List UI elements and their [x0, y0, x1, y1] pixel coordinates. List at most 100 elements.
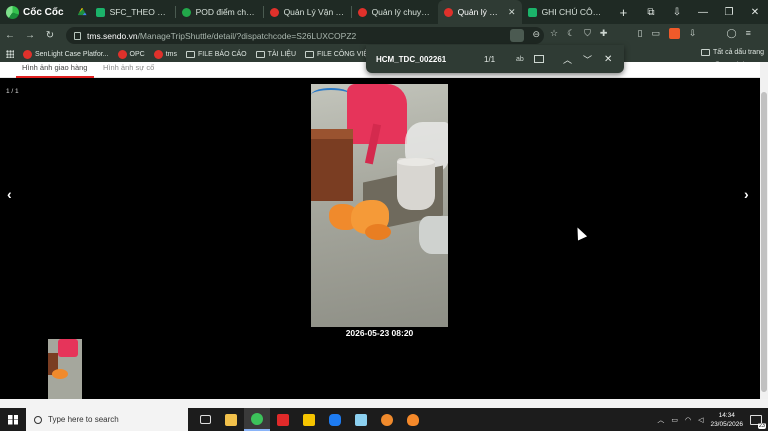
tab-ghi-chu-cong-viec[interactable]: GHI CHÚ CÔNG VI [522, 0, 612, 24]
menu-icon[interactable]: ≡ [746, 28, 751, 39]
browser-brand[interactable]: Cốc Cốc [0, 0, 72, 24]
extension-red-icon[interactable] [668, 28, 680, 39]
tab-quan-ly-chuyen-active[interactable]: Quản lý chuyế ✕ [437, 0, 522, 24]
bookmark-label: SenLight Case Platfor... [35, 50, 109, 58]
sendo-icon [269, 7, 279, 17]
reader-mode-icon[interactable] [510, 29, 525, 42]
photo-thumbnail[interactable] [48, 339, 82, 399]
download-icon[interactable]: ⇩ [689, 28, 697, 39]
shield-icon[interactable]: ⛉ [584, 28, 591, 39]
bookmark-label: tms [165, 50, 177, 58]
maximize-icon[interactable]: ❐ [716, 7, 742, 18]
wallet-icon[interactable]: ▭ [651, 28, 660, 39]
start-button[interactable] [0, 408, 26, 431]
bookmark-file-cong-viec[interactable]: FILE CÔNG VIỆC [305, 50, 373, 58]
reload-icon[interactable]: ↻ [40, 30, 60, 41]
coccoc-taskbar-icon[interactable] [244, 408, 270, 431]
notification-center-icon[interactable]: 23 [750, 414, 766, 429]
url-text[interactable]: tms.sendo.vn/ManageTripShuttle/detail/?d… [87, 31, 356, 41]
toolbar-spacer [616, 28, 628, 39]
site-info-icon[interactable] [74, 31, 81, 40]
bookmark-star-icon[interactable]: ☆ [550, 28, 558, 39]
brand-label: Cốc Cốc [23, 6, 64, 18]
tab-close-icon[interactable]: ✕ [508, 7, 516, 18]
tab-delivery-images[interactable]: Hình ảnh giao hàng [16, 63, 94, 78]
flame-glyph [407, 413, 419, 426]
forward-icon[interactable]: → [20, 30, 40, 41]
zalo-glyph [329, 413, 341, 426]
tab-search-icon[interactable]: ⧉ [638, 7, 664, 18]
bookmark-senlight[interactable]: SenLight Case Platfor... [23, 49, 109, 59]
browser-tabstrip: Cốc Cốc SFC_THEO DÕI ĐỔI POD điểm chạm Q… [0, 0, 768, 24]
match-case-toggle[interactable]: ab [516, 56, 524, 63]
photo-table [311, 129, 353, 201]
bookmark-file-bao-cao[interactable]: FILE BÁO CÁO [186, 50, 247, 58]
all-bookmarks[interactable]: Tất cả dấu trang [701, 49, 764, 56]
scrollbar-thumb[interactable] [761, 92, 767, 392]
folder-icon [186, 50, 195, 58]
system-tray: ︿ ▭ ◠ ◁ 14:34 23/05/2026 23 [657, 408, 768, 431]
wifi-icon[interactable]: ◠ [685, 416, 691, 424]
sendo-icon [117, 49, 127, 59]
tab-title: Quản lý chuyến xe [371, 7, 432, 17]
minimize-icon[interactable]: — [690, 7, 716, 18]
tab-sfc-theo-doi[interactable]: SFC_THEO DÕI ĐỔI [90, 0, 176, 24]
downloads-icon[interactable]: ⇩ [664, 7, 690, 18]
chrome-orange-icon[interactable] [374, 408, 400, 431]
network-icon[interactable]: ▭ [671, 416, 678, 424]
find-previous-icon[interactable]: ︿ [563, 53, 572, 66]
previous-image-button[interactable]: ‹ [7, 186, 12, 202]
find-next-icon[interactable]: ﹀ [583, 53, 592, 66]
tab-google-drive[interactable] [72, 0, 90, 24]
bookmark-tai-lieu[interactable]: TÀI LIỆU [255, 50, 297, 58]
volume-icon[interactable]: ◁ [698, 416, 703, 424]
browser-toolbar: ← → ↻ tms.sendo.vn/ManageTripShuttle/det… [0, 24, 768, 46]
sendo-icon [443, 7, 453, 17]
tab-quan-ly-van-don[interactable]: Quản Lý Vận Đơn C [264, 0, 352, 24]
notepad-icon[interactable] [348, 408, 374, 431]
page-scrollbar[interactable] [760, 62, 768, 399]
bookmark-label: TÀI LIỆU [267, 50, 297, 58]
tab-title: SFC_THEO DÕI ĐỔI [109, 7, 170, 17]
split-view-icon[interactable]: ▯ [637, 28, 642, 39]
toolbar-spacer [705, 28, 717, 39]
match-whole-word-icon[interactable] [534, 55, 544, 63]
profile-icon[interactable]: ◯ [726, 28, 736, 39]
tab-quan-ly-chuyen-xe[interactable]: Quản lý chuyến xe [352, 0, 438, 24]
new-tab-button[interactable]: + [612, 5, 636, 20]
clock[interactable]: 14:34 23/05/2026 [710, 411, 743, 429]
extensions-icon[interactable]: ✚ [600, 28, 608, 39]
delivery-photo[interactable] [311, 84, 448, 327]
taskbar-search[interactable]: Type here to search [26, 408, 188, 431]
sheets-icon [527, 7, 537, 17]
close-window-icon[interactable]: ✕ [742, 7, 768, 18]
taskbar-apps [192, 408, 426, 431]
dark-mode-icon[interactable]: ☾ [567, 28, 575, 39]
file-explorer-icon[interactable] [218, 408, 244, 431]
tab-pod-diem-cham[interactable]: POD điểm chạm [176, 0, 264, 24]
wps-icon[interactable] [270, 408, 296, 431]
notification-count: 23 [757, 422, 766, 429]
find-close-icon[interactable]: ✕ [604, 54, 612, 65]
screen: Cốc Cốc SFC_THEO DÕI ĐỔI POD điểm chạm Q… [0, 0, 768, 431]
clock-date: 23/05/2026 [710, 420, 743, 428]
back-icon[interactable]: ← [0, 30, 20, 41]
address-bar[interactable]: tms.sendo.vn/ManageTripShuttle/detail/?d… [66, 27, 544, 44]
zalo-icon[interactable] [322, 408, 348, 431]
apps-grid-icon[interactable] [6, 50, 14, 58]
task-view-icon[interactable] [192, 408, 218, 431]
find-input[interactable] [376, 54, 476, 64]
bookmark-tms[interactable]: tms [153, 49, 177, 59]
all-bookmarks-label: Tất cả dấu trang [713, 49, 764, 56]
tab-title: GHI CHÚ CÔNG VI [541, 7, 606, 17]
sticky-notes-icon[interactable] [296, 408, 322, 431]
tab-incident-images[interactable]: Hình ảnh sự cố [103, 63, 154, 72]
zoom-icon[interactable]: ⊖ [532, 29, 540, 42]
flame-app-icon[interactable] [400, 408, 426, 431]
search-placeholder: Type here to search [48, 415, 119, 424]
tray-chevron-icon[interactable]: ︿ [657, 415, 664, 425]
close-viewer-icon[interactable]: ✕ [735, 58, 746, 74]
next-image-button[interactable]: › [744, 186, 749, 202]
rotate-icon[interactable]: ◠ [712, 58, 723, 74]
bookmark-opc[interactable]: OPC [117, 49, 145, 59]
